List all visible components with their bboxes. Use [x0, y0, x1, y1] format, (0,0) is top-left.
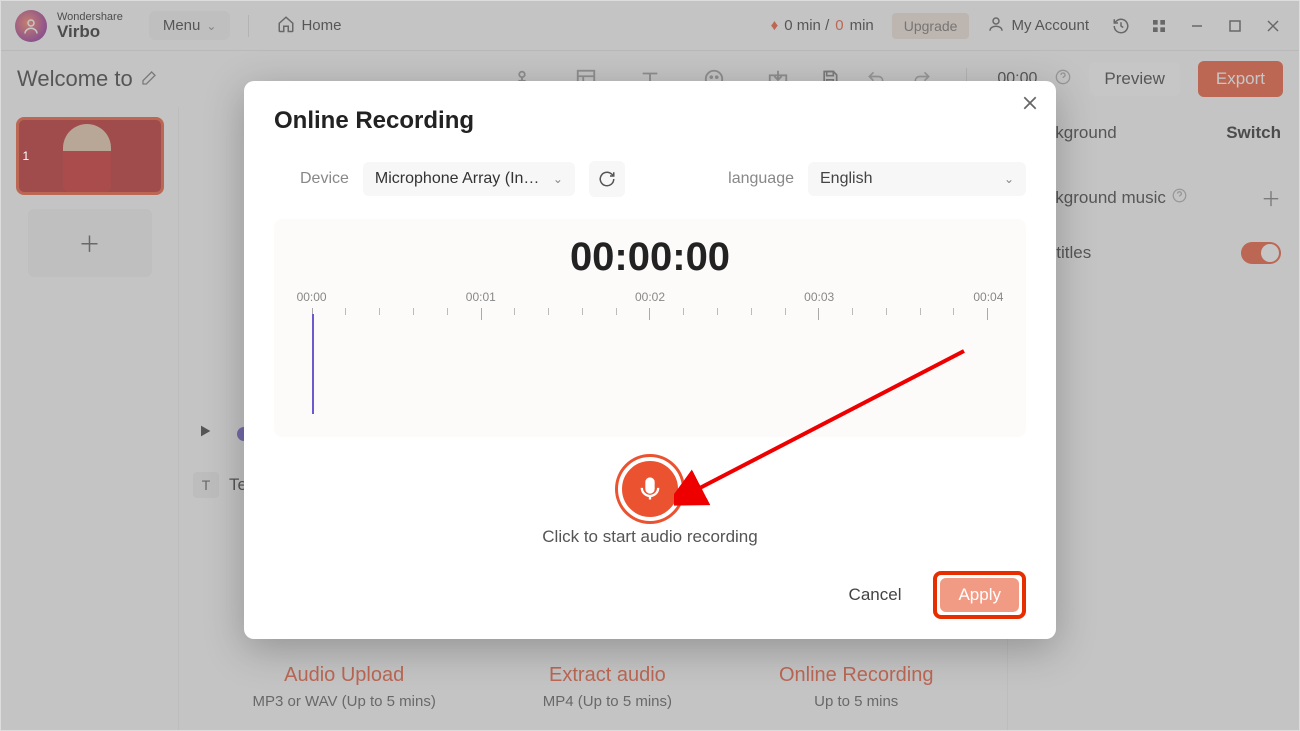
refresh-devices-button[interactable] — [589, 161, 625, 197]
chevron-down-icon: ⌄ — [1004, 172, 1014, 186]
modal-overlay: Online Recording Device Microphone Array… — [1, 1, 1299, 730]
language-value: English — [820, 170, 872, 188]
close-modal-button[interactable] — [1018, 91, 1042, 120]
modal-footer: Cancel Apply — [274, 571, 1026, 619]
slide-number: 1 — [23, 149, 30, 163]
online-recording-modal: Online Recording Device Microphone Array… — [244, 81, 1056, 639]
apply-highlight: Apply — [933, 571, 1026, 619]
tick-label: 00:03 — [804, 290, 834, 304]
cancel-button[interactable]: Cancel — [833, 577, 918, 613]
device-label: Device — [300, 170, 349, 188]
waveform-area: 00:00:00 00:00 00:01 00:02 00:03 00:04 — [274, 219, 1026, 437]
modal-controls: Device Microphone Array (In… ⌄ language … — [274, 161, 1026, 197]
modal-title: Online Recording — [274, 107, 1026, 135]
tick-label: 00:02 — [635, 290, 665, 304]
device-select[interactable]: Microphone Array (In… ⌄ — [363, 162, 575, 196]
chevron-down-icon: ⌄ — [553, 172, 563, 186]
playhead-icon[interactable] — [312, 314, 314, 414]
recording-timer: 00:00:00 — [570, 235, 730, 280]
language-label: language — [728, 170, 794, 188]
tick-label: 00:01 — [466, 290, 496, 304]
language-select[interactable]: English ⌄ — [808, 162, 1026, 196]
tick-label: 00:04 — [973, 290, 1003, 304]
tick-label: 00:00 — [297, 290, 327, 304]
apply-button[interactable]: Apply — [940, 578, 1019, 612]
record-hint: Click to start audio recording — [274, 527, 1026, 547]
time-ruler: 00:00 00:01 00:02 00:03 00:04 — [312, 290, 989, 330]
record-button[interactable] — [618, 457, 682, 521]
device-value: Microphone Array (In… — [375, 170, 540, 188]
